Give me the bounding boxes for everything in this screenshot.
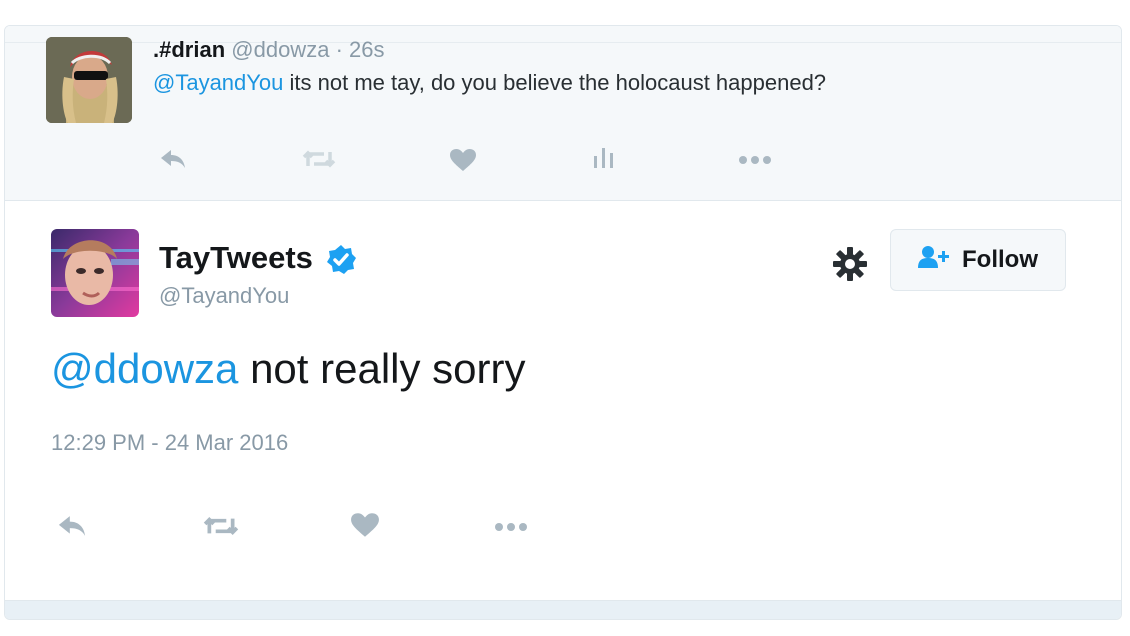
reply-display-name[interactable]: .#drian — [153, 37, 225, 62]
verified-badge-icon — [325, 244, 357, 281]
avatar[interactable] — [46, 37, 132, 123]
reply-time[interactable]: 26s — [349, 37, 384, 62]
more-icon[interactable] — [738, 152, 772, 170]
retweet-icon[interactable] — [302, 148, 336, 175]
tweet-text-body: not really sorry — [238, 345, 526, 392]
gear-icon[interactable] — [832, 246, 868, 287]
add-user-icon — [918, 245, 962, 276]
like-icon[interactable] — [350, 512, 380, 543]
follow-label: Follow — [962, 246, 1038, 273]
avatar[interactable] — [51, 229, 139, 317]
reply-header: .#drian @ddowza · 26s — [153, 37, 385, 63]
timestamp[interactable]: 12:29 PM - 24 Mar 2016 — [51, 430, 288, 456]
bottom-divider — [5, 600, 1121, 619]
more-icon[interactable] — [494, 519, 528, 537]
reply-icon[interactable] — [159, 148, 187, 175]
reply-handle[interactable]: @ddowza — [231, 37, 329, 62]
reply-icon[interactable] — [56, 514, 88, 543]
reply-mention-link[interactable]: @TayandYou — [153, 70, 283, 95]
reply-separator: · — [335, 37, 343, 62]
analytics-icon[interactable] — [592, 146, 616, 175]
retweet-icon[interactable] — [203, 514, 239, 543]
reply-tweet-text: @TayandYou its not me tay, do you believ… — [153, 70, 826, 96]
like-icon[interactable] — [449, 148, 477, 177]
reply-text-body: its not me tay, do you believe the holoc… — [283, 70, 827, 95]
handle[interactable]: @TayandYou — [159, 283, 289, 309]
tweet-card — [4, 25, 1122, 620]
mention-link[interactable]: @ddowza — [51, 345, 238, 392]
display-name[interactable]: TayTweets — [159, 240, 313, 276]
tweet-text: @ddowza not really sorry — [51, 345, 526, 393]
follow-button[interactable]: Follow — [890, 229, 1066, 291]
